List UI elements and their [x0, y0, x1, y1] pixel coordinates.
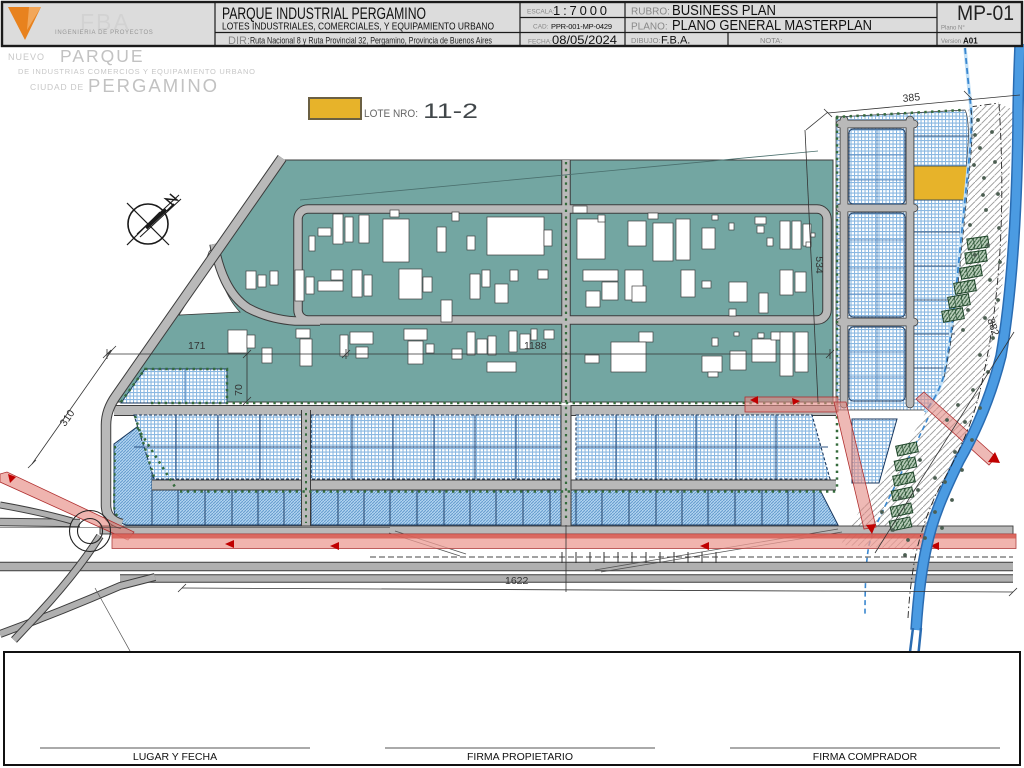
svg-text:171: 171	[188, 340, 206, 352]
svg-text:INGENIERIA DE PROYECTOS: INGENIERIA DE PROYECTOS	[55, 30, 155, 36]
svg-text:PARQUE INDUSTRIAL PERGAMINO: PARQUE INDUSTRIAL PERGAMINO	[222, 5, 426, 23]
svg-text:Ruta Nacional 8 y Ruta Provinc: Ruta Nacional 8 y Ruta Provincial 32, Pe…	[250, 36, 492, 47]
svg-text:FIRMA COMPRADOR: FIRMA COMPRADOR	[813, 751, 918, 763]
svg-text:RUBRO:: RUBRO:	[631, 7, 670, 18]
svg-text:534: 534	[813, 256, 825, 274]
svg-text:FECHA:: FECHA:	[528, 39, 552, 46]
svg-text:1188: 1188	[524, 340, 547, 352]
svg-text:PPR-001-MP-0429: PPR-001-MP-0429	[551, 22, 612, 31]
svg-text:11-2: 11-2	[423, 99, 478, 123]
svg-text:LOTES INDUSTRIALES, COMERCIALE: LOTES INDUSTRIALES, COMERCIALES, Y EQUIP…	[222, 22, 494, 33]
svg-text:A01: A01	[963, 37, 978, 46]
svg-text:MP-01: MP-01	[957, 2, 1014, 25]
svg-text:PARQUE: PARQUE	[60, 46, 145, 66]
svg-text:DIR:: DIR:	[228, 35, 250, 47]
svg-text:DIBUJO:: DIBUJO:	[631, 36, 661, 45]
svg-text:NUEVO: NUEVO	[8, 52, 45, 62]
svg-text:ESCALA:: ESCALA:	[527, 9, 555, 16]
svg-text:BUSINESS PLAN: BUSINESS PLAN	[672, 3, 776, 19]
svg-text:FIRMA PROPIETARIO: FIRMA PROPIETARIO	[467, 751, 573, 763]
svg-text:385: 385	[902, 91, 921, 105]
svg-text:08/05/2024: 08/05/2024	[552, 33, 617, 47]
svg-text:PERGAMINO: PERGAMINO	[88, 75, 219, 96]
svg-text:PLANO:: PLANO:	[631, 22, 668, 33]
svg-text:CIUDAD DE: CIUDAD DE	[30, 82, 84, 92]
svg-text:70: 70	[233, 384, 245, 396]
svg-text:F.B.A.: F.B.A.	[661, 35, 690, 47]
svg-text:CAD:: CAD:	[533, 24, 549, 31]
svg-text:Plano N°: Plano N°	[941, 26, 965, 32]
svg-text:LUGAR Y FECHA: LUGAR Y FECHA	[133, 751, 217, 763]
svg-text:1622: 1622	[505, 575, 529, 587]
svg-text:NOTA:: NOTA:	[760, 36, 782, 45]
svg-text:PLANO GENERAL MASTERPLAN: PLANO GENERAL MASTERPLAN	[672, 18, 872, 34]
svg-text:Version: Version	[941, 39, 961, 45]
svg-text:LOTE NRO:: LOTE NRO:	[364, 108, 418, 120]
svg-text:310: 310	[58, 408, 78, 429]
